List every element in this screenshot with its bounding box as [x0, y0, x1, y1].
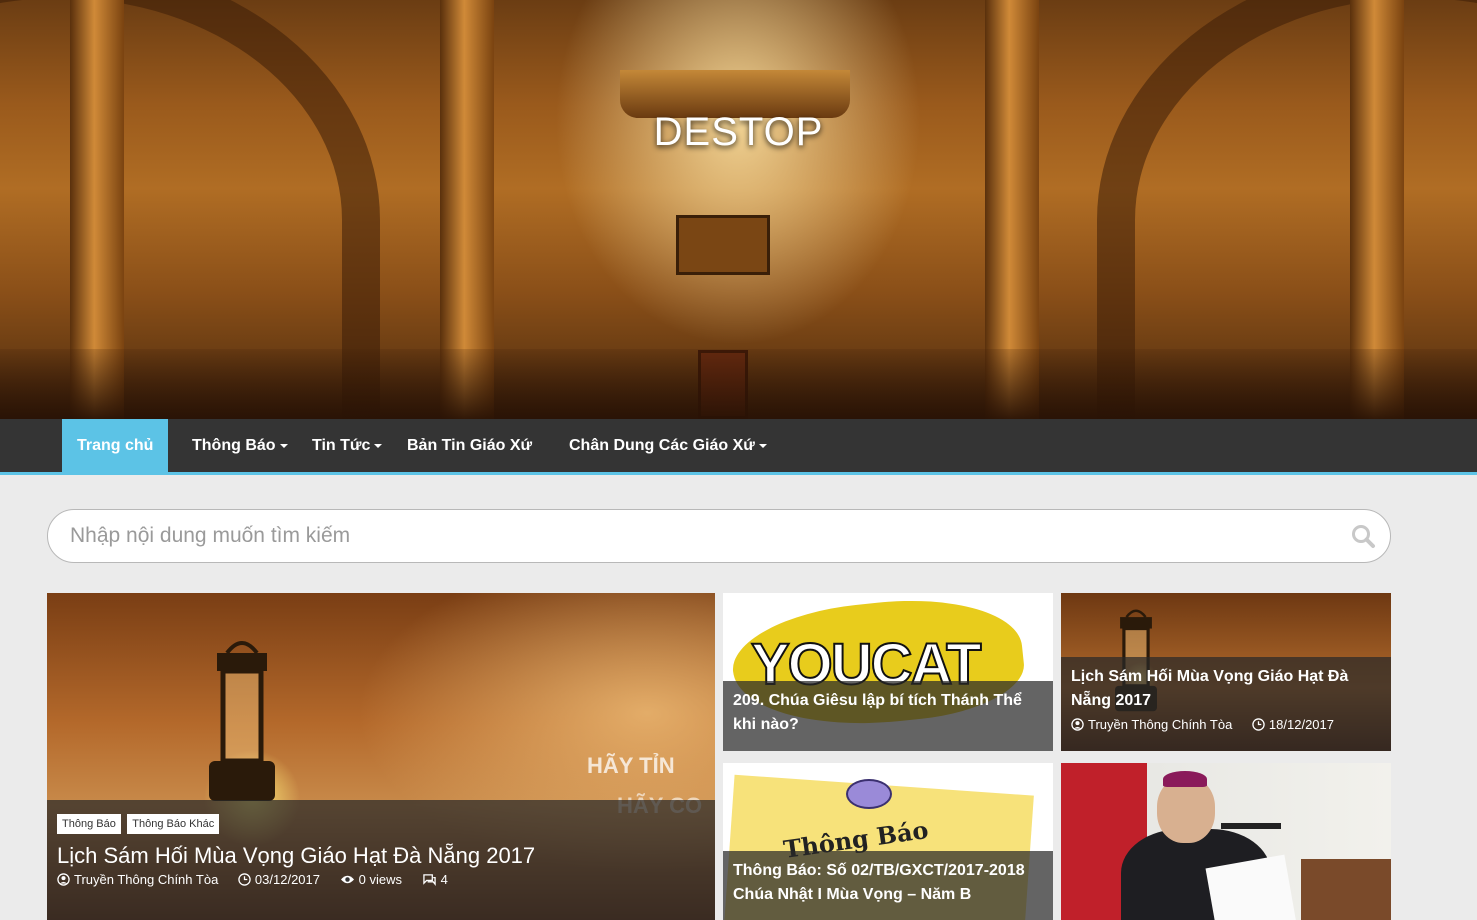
nav-item-home[interactable]: Trang chủ [62, 419, 169, 475]
search-bar [47, 509, 1391, 563]
image-text: HÃY TỈN [587, 753, 675, 778]
post-meta: Truyền Thông Chính Tòa 18/12/2017 [1071, 717, 1381, 732]
tag-link[interactable]: Thông Báo [57, 814, 121, 834]
author-name: Truyền Thông Chính Tòa [74, 872, 219, 887]
author[interactable]: Truyền Thông Chính Tòa [1071, 717, 1244, 732]
microphone [1221, 823, 1281, 829]
search-input[interactable] [70, 510, 1310, 562]
date-text: 18/12/2017 [1268, 717, 1334, 732]
chair-image [1301, 859, 1391, 920]
clock-icon [238, 873, 251, 886]
post-card[interactable] [1061, 763, 1391, 920]
pushpin-icon [846, 779, 892, 809]
nav-item-news[interactable]: Tin Tức [312, 419, 383, 475]
post-overlay: Lịch Sám Hối Mùa Vọng Giáo Hạt Đà Nẵng 2… [1061, 657, 1391, 751]
pews-floor [0, 349, 1477, 419]
comments-icon [422, 874, 436, 886]
post-card[interactable]: YOUCAT 209. Chúa Giêsu lập bí tích Thánh… [723, 593, 1053, 751]
post-date: 03/12/2017 [238, 872, 332, 887]
author[interactable]: Truyền Thông Chính Tòa [57, 872, 230, 887]
eye-icon [340, 875, 354, 884]
featured-post[interactable]: HÃY TỈN HÃY CO Thông Báo Thông Báo Khác … [47, 593, 715, 920]
nav-item-label: Tin Tức [312, 437, 371, 454]
post-date: 18/12/2017 [1252, 717, 1342, 732]
post-overlay: Thông Báo: Số 02/TB/GXCT/2017-2018 Chúa … [723, 851, 1053, 920]
post-overlay: 209. Chúa Giêsu lập bí tích Thánh Thể kh… [723, 681, 1053, 751]
main-nav: Trang chủ Thông Báo Tin Tức Bản Tin Giáo… [0, 419, 1477, 475]
nav-item-label: Bản Tin Giáo Xứ [407, 437, 533, 454]
caret-down-icon [374, 443, 383, 448]
date-text: 03/12/2017 [254, 872, 320, 887]
views-text: 0 views [358, 872, 402, 887]
site-title[interactable]: DESTOP [0, 110, 1477, 155]
nav-item-label: Trang chủ [77, 437, 154, 454]
post-card[interactable]: Thông Báo Thông Báo: Số 02/TB/GXCT/2017-… [723, 763, 1053, 920]
nav-item-parish-bulletin[interactable]: Bản Tin Giáo Xứ [407, 419, 532, 475]
post-meta: Truyền Thông Chính Tòa 03/12/2017 0 view… [57, 872, 705, 887]
search-icon[interactable] [1350, 523, 1376, 549]
post-title[interactable]: Lịch Sám Hối Mùa Vọng Giáo Hạt Đà Nẵng 2… [57, 844, 705, 868]
author-name: Truyền Thông Chính Tòa [1088, 717, 1233, 732]
post-title[interactable]: 209. Chúa Giêsu lập bí tích Thánh Thể kh… [733, 689, 1043, 737]
tag-list: Thông Báo Thông Báo Khác [57, 814, 705, 834]
nav-item-announcements[interactable]: Thông Báo [192, 419, 288, 475]
user-icon [1071, 718, 1084, 731]
caret-down-icon [279, 443, 288, 448]
tag-link[interactable]: Thông Báo Khác [127, 814, 220, 834]
post-title[interactable]: Thông Báo: Số 02/TB/GXCT/2017-2018 Chúa … [733, 859, 1043, 907]
header-banner: DESTOP [0, 0, 1477, 419]
caret-down-icon [758, 443, 767, 448]
post-overlay: Thông Báo Thông Báo Khác Lịch Sám Hối Mù… [47, 800, 715, 920]
zucchetto [1163, 771, 1207, 787]
post-title[interactable]: Lịch Sám Hối Mùa Vọng Giáo Hạt Đà Nẵng 2… [1071, 665, 1381, 713]
post-views: 0 views [340, 872, 414, 887]
nav-item-label: Thông Báo [192, 437, 276, 454]
nav-item-parish-portraits[interactable]: Chân Dung Các Giáo Xứ [569, 419, 767, 475]
post-card[interactable]: Lịch Sám Hối Mùa Vọng Giáo Hạt Đà Nẵng 2… [1061, 593, 1391, 751]
clock-icon [1252, 718, 1265, 731]
post-comments[interactable]: 4 [422, 872, 456, 887]
user-icon [57, 873, 70, 886]
pulpit [676, 215, 770, 275]
comments-count: 4 [440, 872, 448, 887]
nav-item-label: Chân Dung Các Giáo Xứ [569, 437, 755, 454]
